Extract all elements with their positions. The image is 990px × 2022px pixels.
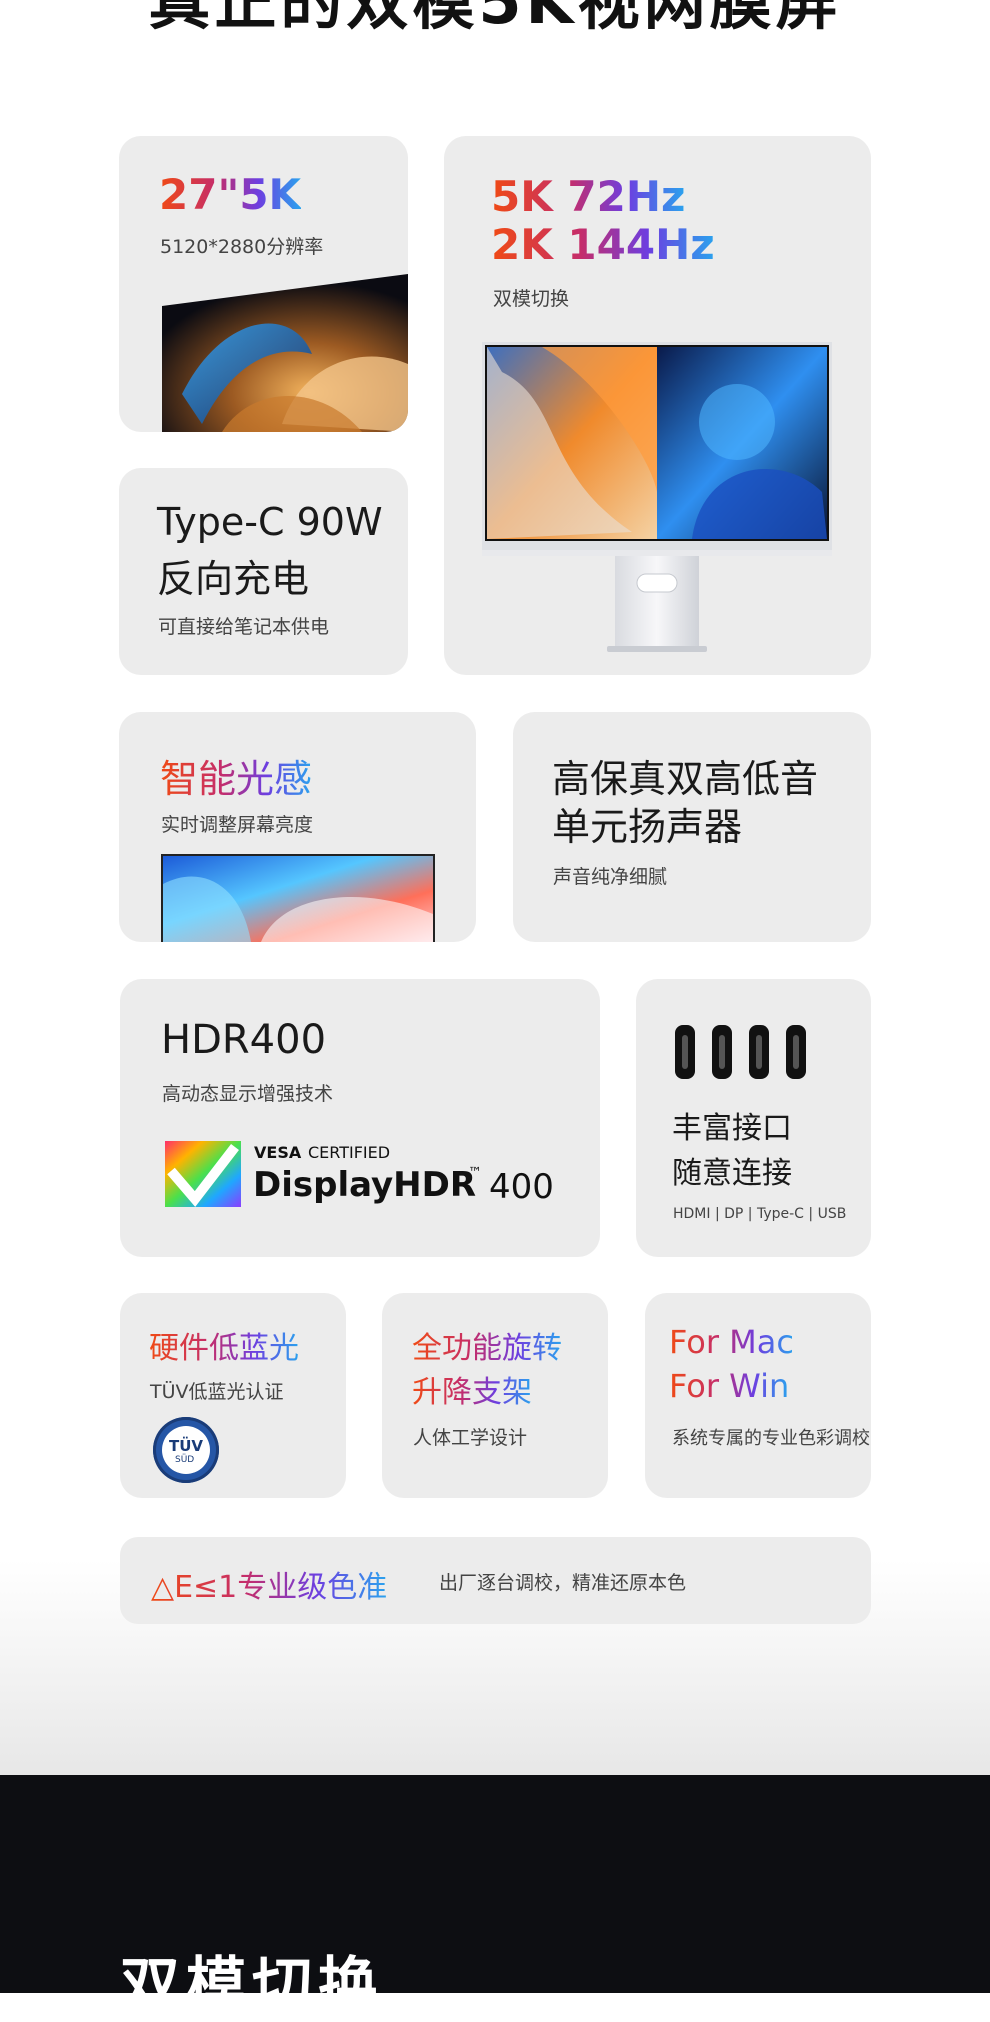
ports-subtitle: HDMI | DP | Type-C | USB bbox=[673, 1206, 847, 1222]
abstract-wallpaper-image bbox=[162, 274, 408, 432]
card-mac-win: For Mac For Win 系统专属的专业色彩调校 bbox=[645, 1293, 871, 1498]
port-icon bbox=[675, 1025, 695, 1079]
page-title: 真正的双模5K视网膜屏 bbox=[148, 0, 842, 38]
mac-line1: For Mac bbox=[669, 1323, 794, 1361]
card-smart-light: 智能光感 实时调整屏幕亮度 bbox=[119, 712, 476, 942]
card-hdr: HDR400 高动态显示增强技术 VESA CERTIFIED DisplayH… bbox=[120, 979, 600, 1257]
vesa-label: VESA bbox=[254, 1143, 302, 1162]
speaker-subtitle: 声音纯净细腻 bbox=[553, 866, 668, 888]
tuv-badge-subtext: SÜD bbox=[175, 1455, 195, 1465]
typec-subtitle: 可直接给笔记本供电 bbox=[158, 616, 330, 638]
typec-line2: 反向充电 bbox=[157, 557, 310, 601]
speaker-line1: 高保真双高低音 bbox=[552, 757, 819, 801]
typec-line1: Type-C 90W bbox=[157, 500, 383, 544]
card-low-bluelight: 硬件低蓝光 TÜV低蓝光认证 TÜV SÜD bbox=[120, 1293, 346, 1498]
card-stand: 全功能旋转 升降支架 人体工学设计 bbox=[382, 1293, 608, 1498]
color-accuracy-title: △E≤1专业级色准 bbox=[151, 1562, 387, 1606]
certified-label: CERTIFIED bbox=[308, 1143, 391, 1162]
tuv-badge-text: TÜV bbox=[169, 1437, 204, 1455]
port-icon bbox=[749, 1025, 769, 1079]
displayhdr-logo-icon bbox=[165, 1141, 241, 1207]
port-icon bbox=[712, 1025, 732, 1079]
dark-section: 双模切换 bbox=[0, 1775, 990, 2021]
stand-line1: 全功能旋转 bbox=[412, 1323, 562, 1367]
speaker-line2: 单元扬声器 bbox=[552, 805, 743, 849]
card-color-accuracy: △E≤1专业级色准 出厂逐台调校，精准还原本色 bbox=[120, 1537, 871, 1624]
dual-mode-line2: 2K 144Hz bbox=[491, 220, 715, 269]
smart-light-title: 智能光感 bbox=[160, 748, 312, 803]
card-ports: 丰富接口 随意连接 HDMI | DP | Type-C | USB bbox=[636, 979, 871, 1257]
displayhdr-brand: DisplayHDR bbox=[253, 1165, 477, 1205]
resolution-subtitle: 5120*2880分辨率 bbox=[160, 236, 324, 258]
port-icon bbox=[786, 1025, 806, 1079]
screen-brightness-image bbox=[161, 854, 435, 942]
card-dual-mode: 5K 72Hz 2K 144Hz 双模切换 bbox=[444, 136, 871, 675]
dual-mode-subtitle: 双模切换 bbox=[493, 288, 570, 310]
stand-subtitle: 人体工学设计 bbox=[413, 1427, 528, 1449]
ports-line1: 丰富接口 bbox=[672, 1111, 792, 1146]
resolution-title: 27"5K bbox=[159, 170, 302, 219]
smart-light-subtitle: 实时调整屏幕亮度 bbox=[161, 814, 314, 836]
section-title: 双模切换 bbox=[120, 1951, 384, 2021]
color-accuracy-subtitle: 出厂逐台调校，精准还原本色 bbox=[439, 1572, 687, 1594]
trademark-mark: ™ bbox=[468, 1165, 482, 1181]
bluelight-subtitle: TÜV低蓝光认证 bbox=[150, 1381, 284, 1403]
mac-subtitle: 系统专属的专业色彩调校 bbox=[672, 1428, 870, 1449]
dual-mode-line1: 5K 72Hz bbox=[491, 172, 686, 221]
card-resolution: 27"5K 5120*2880分辨率 bbox=[119, 136, 408, 432]
displayhdr-number: 400 bbox=[489, 1167, 554, 1207]
card-speaker: 高保真双高低音 单元扬声器 声音纯净细腻 bbox=[513, 712, 871, 942]
hdr-title: HDR400 bbox=[161, 1017, 327, 1063]
ports-line2: 随意连接 bbox=[672, 1156, 792, 1191]
hdr-subtitle: 高动态显示增强技术 bbox=[162, 1083, 334, 1105]
card-typec: Type-C 90W 反向充电 可直接给笔记本供电 bbox=[119, 468, 408, 675]
monitor-image bbox=[482, 342, 832, 652]
mac-line2: For Win bbox=[669, 1367, 790, 1405]
bluelight-title: 硬件低蓝光 bbox=[149, 1323, 299, 1367]
stand-line2: 升降支架 bbox=[412, 1367, 532, 1411]
tuv-badge-icon: TÜV SÜD bbox=[153, 1417, 219, 1483]
